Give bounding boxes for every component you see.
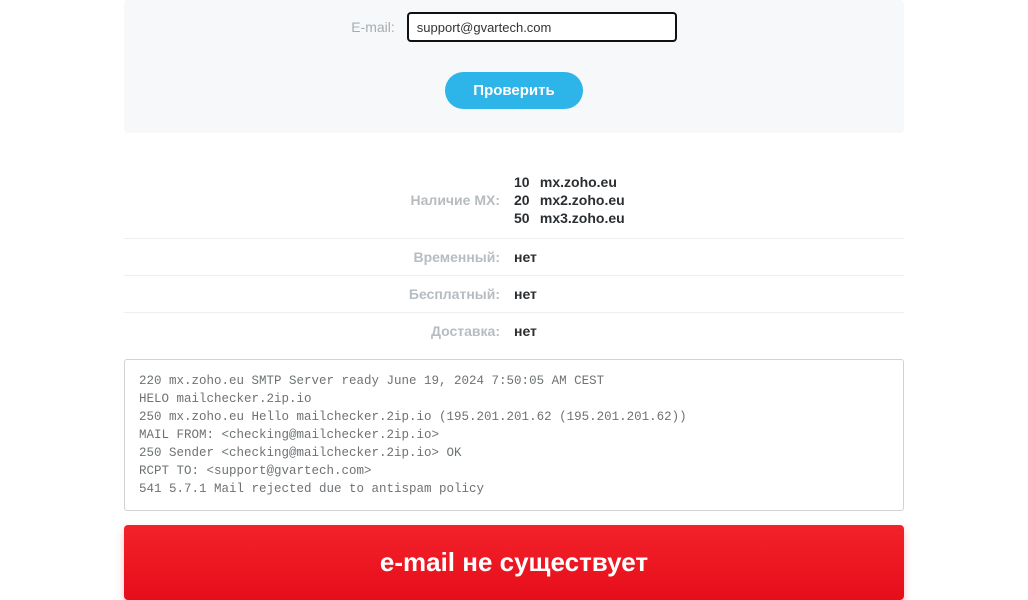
mx-label: Наличие MX: xyxy=(124,192,514,208)
free-label: Бесплатный: xyxy=(124,286,514,302)
mx-entry: 20 mx2.zoho.eu xyxy=(514,191,904,209)
smtp-log: 220 mx.zoho.eu SMTP Server ready June 19… xyxy=(124,359,904,512)
temporary-label: Временный: xyxy=(124,249,514,265)
delivery-row: Доставка: нет xyxy=(124,313,904,349)
check-button[interactable]: Проверить xyxy=(445,72,582,109)
email-label: E-mail: xyxy=(351,19,395,35)
results-table: Наличие MX: 10 mx.zoho.eu 20 mx2.zoho.eu… xyxy=(124,163,904,349)
mx-priority: 10 xyxy=(514,173,536,191)
main-container: E-mail: Проверить Наличие MX: 10 mx.zoho… xyxy=(124,0,904,600)
mx-host: mx.zoho.eu xyxy=(540,174,617,190)
form-panel: E-mail: Проверить xyxy=(124,0,904,133)
mx-priority: 20 xyxy=(514,191,536,209)
mx-host: mx2.zoho.eu xyxy=(540,192,625,208)
free-value: нет xyxy=(514,286,904,302)
result-banner: e-mail не существует xyxy=(124,525,904,600)
temporary-value: нет xyxy=(514,249,904,265)
delivery-label: Доставка: xyxy=(124,323,514,339)
mx-entry: 10 mx.zoho.eu xyxy=(514,173,904,191)
email-input[interactable] xyxy=(407,12,677,42)
mx-row: Наличие MX: 10 mx.zoho.eu 20 mx2.zoho.eu… xyxy=(124,163,904,239)
email-row: E-mail: xyxy=(144,12,884,42)
mx-priority: 50 xyxy=(514,209,536,227)
free-row: Бесплатный: нет xyxy=(124,276,904,313)
mx-entry: 50 mx3.zoho.eu xyxy=(514,209,904,227)
temporary-row: Временный: нет xyxy=(124,239,904,276)
mx-host: mx3.zoho.eu xyxy=(540,210,625,226)
mx-list: 10 mx.zoho.eu 20 mx2.zoho.eu 50 mx3.zoho… xyxy=(514,173,904,228)
delivery-value: нет xyxy=(514,323,904,339)
